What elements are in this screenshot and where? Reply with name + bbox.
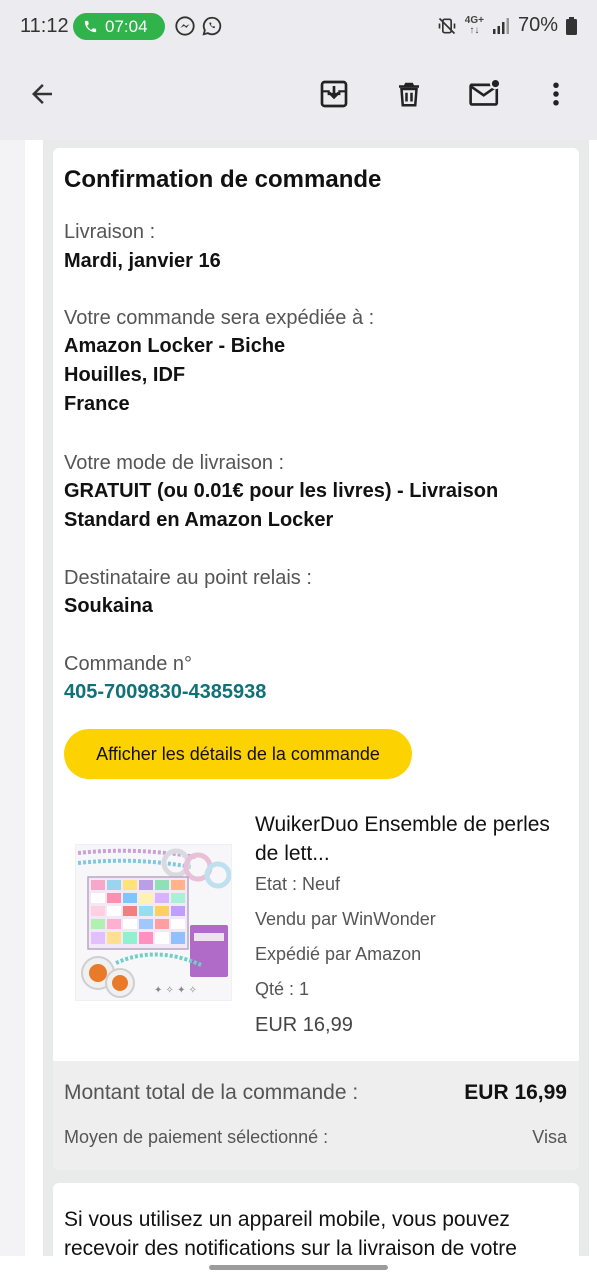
ongoing-call-pill[interactable]: 07:04 <box>73 13 165 40</box>
delivery-date: Mardi, janvier 16 <box>64 250 221 272</box>
arrow-back-icon <box>32 84 52 104</box>
product-title-link[interactable]: WuikerDuo Ensemble de perles de lett... <box>255 810 565 868</box>
mobile-notice-text: Si vous utilisez un appareil mobile, vou… <box>64 1208 517 1260</box>
mail-unread-icon <box>469 77 502 106</box>
delivery-mode-line-1: GRATUIT (ou 0.01€ pour les livres) - Liv… <box>64 480 499 502</box>
svg-text:✦ ✧ ✦ ✧: ✦ ✧ ✦ ✧ <box>154 985 197 996</box>
status-time: 11:12 <box>20 15 69 37</box>
product-shipper: Expédié par Amazon <box>255 944 422 964</box>
delivery-mode-line-2: Standard en Amazon Locker <box>64 509 334 531</box>
payment-method-value: Visa <box>532 1127 567 1147</box>
gesture-nav-bar <box>0 1256 597 1280</box>
back-button[interactable] <box>20 72 64 116</box>
call-timer: 07:04 <box>105 16 148 36</box>
mark-unread-button[interactable] <box>463 72 507 116</box>
bead-kit-illustration: ✦ ✧ ✦ ✧ <box>76 845 232 1000</box>
vibrate-mute-icon <box>438 17 456 34</box>
archive-button[interactable] <box>312 72 356 116</box>
network-type: 4G+ ↑↓ <box>464 14 484 36</box>
battery-percent: 70% <box>517 14 558 36</box>
signal-icon <box>492 17 509 34</box>
whatsapp-icon <box>202 16 222 36</box>
system-status: 4G+ ↑↓ 70% <box>437 14 577 37</box>
phone-icon <box>84 20 97 33</box>
card-title: Confirmation de commande <box>64 166 382 193</box>
ship-to-line-2: Houilles, IDF <box>64 364 186 386</box>
data-arrows-icon: ↑↓ <box>469 24 480 36</box>
product-seller: Vendu par WinWonder <box>255 909 436 929</box>
email-body[interactable]: Confirmation de commande Livraison : Mar… <box>0 140 597 1260</box>
order-confirmation-card: Confirmation de commande Livraison : Mar… <box>53 148 579 1170</box>
delete-button[interactable] <box>387 72 431 116</box>
product-price: EUR 16,99 <box>255 1014 353 1036</box>
ship-to-label: Votre commande sera expédiée à : <box>64 307 375 329</box>
payment-method-label: Moyen de paiement sélectionné : <box>64 1127 329 1147</box>
delivery-label: Livraison : <box>64 221 156 243</box>
order-total-value: EUR 16,99 <box>464 1081 567 1104</box>
notification-icons <box>174 15 223 37</box>
ship-to-line-3: France <box>64 393 130 415</box>
battery-icon <box>566 16 577 35</box>
recipient-label: Destinataire au point relais : <box>64 567 312 589</box>
home-gesture-handle[interactable] <box>209 1265 388 1270</box>
messenger-icon <box>175 16 195 36</box>
delivery-mode-label: Votre mode de livraison : <box>64 452 285 474</box>
order-number-link[interactable]: 405-7009830-4385938 <box>64 678 266 707</box>
email-toolbar <box>0 52 597 140</box>
order-total-section: Montant total de la commande : EUR 16,99… <box>53 1061 579 1170</box>
ship-to-line-1: Amazon Locker - Biche <box>64 335 286 357</box>
margin-strip <box>0 140 25 1260</box>
order-number-label: Commande n° <box>64 653 193 675</box>
more-options-button[interactable] <box>534 72 578 116</box>
trash-icon <box>399 82 419 107</box>
archive-icon <box>320 80 348 108</box>
more-vert-icon <box>553 82 559 106</box>
status-bar: 11:12 07:04 4G+ ↑↓ 70% <box>0 0 597 52</box>
recipient-name: Soukaina <box>64 595 153 617</box>
product-quantity: Qté : 1 <box>255 979 310 999</box>
mobile-notice-card: Si vous utilisez un appareil mobile, vou… <box>53 1183 579 1260</box>
view-order-details-button[interactable]: Afficher les détails de la commande <box>64 729 412 779</box>
order-total-label: Montant total de la commande : <box>64 1081 359 1104</box>
product-image[interactable]: ✦ ✧ ✦ ✧ <box>75 844 232 1001</box>
product-condition: Etat : Neuf <box>255 874 341 894</box>
